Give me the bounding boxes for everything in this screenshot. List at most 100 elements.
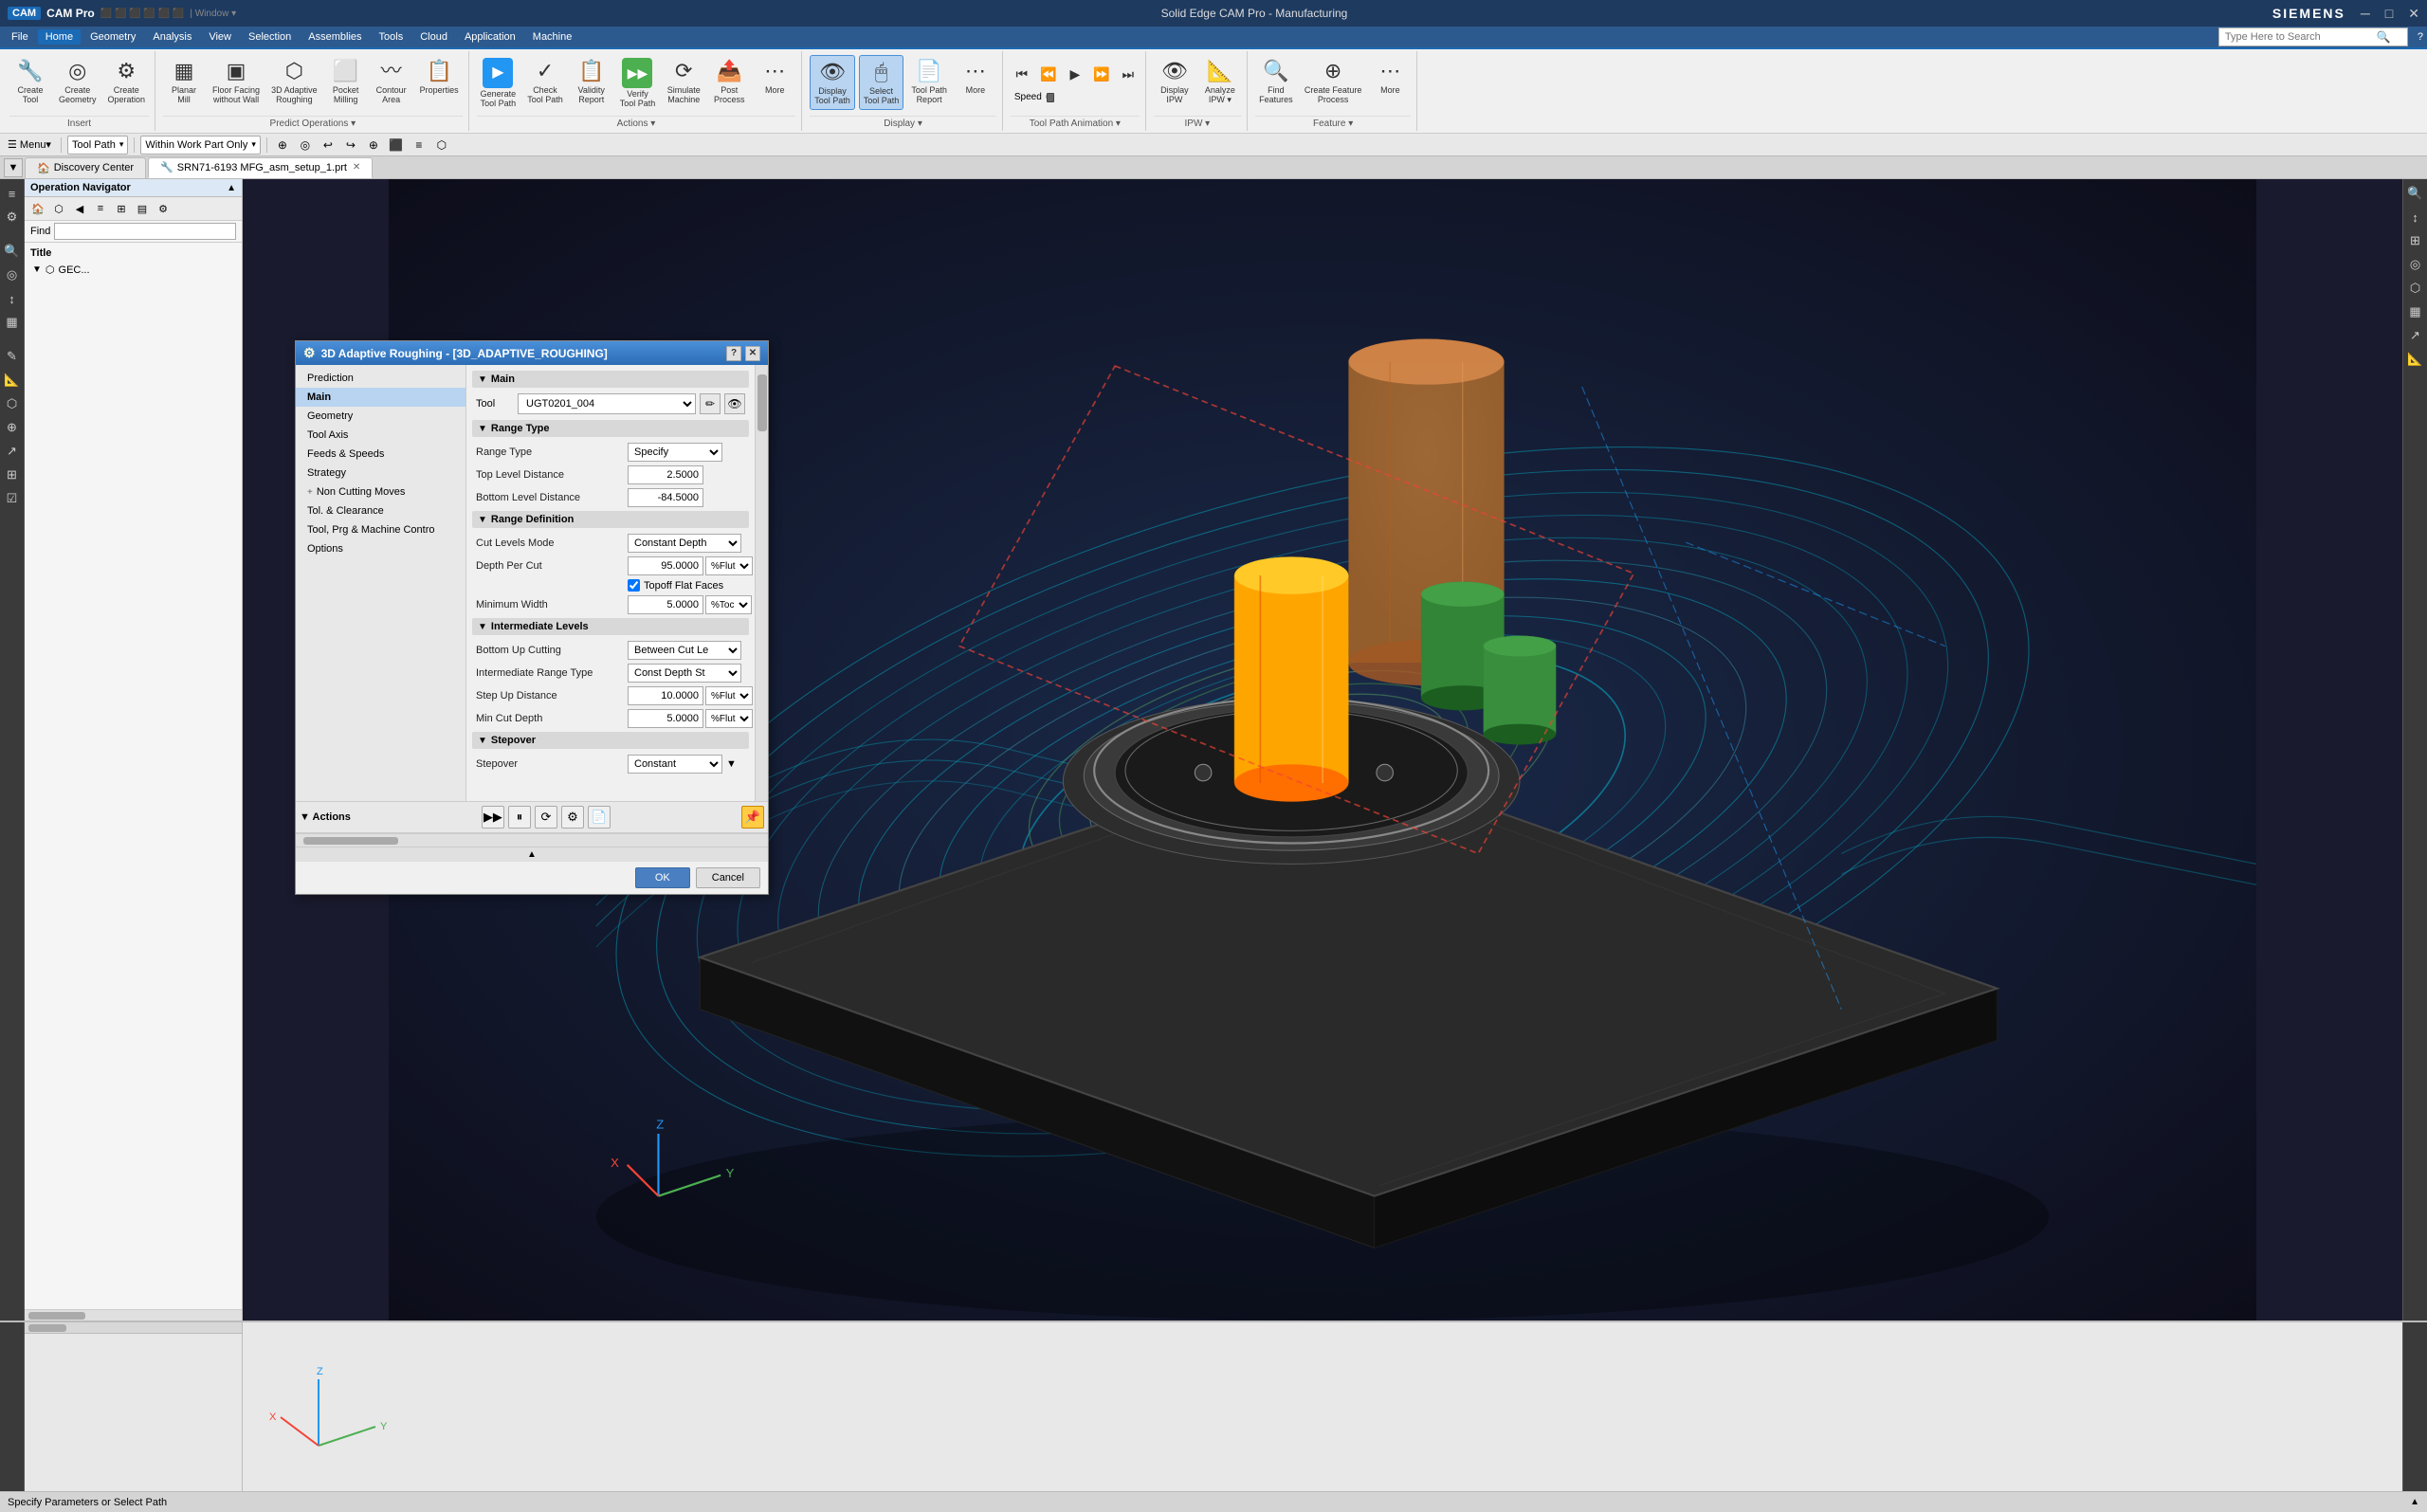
win-max-btn[interactable]: □ (2385, 6, 2393, 21)
menu-file[interactable]: File (4, 29, 36, 45)
generate-tool-path-btn[interactable]: ▶ GenerateTool Path (477, 55, 520, 112)
sidebar-tool-axis[interactable]: Tool Axis (296, 426, 465, 445)
menu-geometry[interactable]: Geometry (82, 29, 143, 45)
section-main-header[interactable]: ▼ Main (472, 371, 749, 388)
create-tool-btn[interactable]: 🔧 CreateTool (9, 55, 51, 108)
menu-analysis[interactable]: Analysis (145, 29, 199, 45)
properties-btn[interactable]: 📋 Properties (416, 55, 463, 99)
int-range-type-select[interactable]: Const Depth St (628, 664, 741, 683)
collapse-btn[interactable]: ▲ (296, 847, 768, 862)
action-pause-btn[interactable]: ⏸ (508, 806, 531, 829)
toolbar-btn-8[interactable]: ⬡ (432, 136, 451, 155)
analyze-ipw-btn[interactable]: 📐 AnalyzeIPW ▾ (1199, 55, 1241, 108)
right-btn-4[interactable]: ◎ (2405, 254, 2426, 275)
sidebar-strategy[interactable]: Strategy (296, 464, 465, 483)
min-width-input[interactable] (628, 595, 703, 614)
left-btn-4[interactable]: ◎ (2, 264, 23, 285)
nav-btn-up[interactable]: ⬡ (49, 199, 68, 218)
right-btn-3[interactable]: ⊞ (2405, 230, 2426, 251)
action-settings-btn[interactable]: ⚙ (561, 806, 584, 829)
sidebar-feeds-speeds[interactable]: Feeds & Speeds (296, 445, 465, 464)
menu-tools[interactable]: Tools (372, 29, 411, 45)
right-btn-6[interactable]: ▦ (2405, 301, 2426, 322)
min-cut-unit-select[interactable]: %Flut (705, 709, 753, 728)
toolbar-btn-3[interactable]: ↩ (319, 136, 338, 155)
anim-start-btn[interactable]: ⏮ (1011, 64, 1033, 88)
select-tool-path-btn[interactable]: 🖱 SelectTool Path (859, 55, 904, 110)
win-min-btn[interactable]: ─ (2361, 6, 2370, 21)
pocket-milling-btn[interactable]: ⬜ PocketMilling (325, 55, 367, 108)
toolbar-btn-2[interactable]: ◎ (296, 136, 315, 155)
sidebar-tol-clearance[interactable]: Tol. & Clearance (296, 501, 465, 520)
stepover-select[interactable]: Constant (628, 755, 722, 774)
menu-selection[interactable]: Selection (241, 29, 299, 45)
sidebar-main[interactable]: Main (296, 388, 465, 407)
left-btn-13[interactable]: ☑ (2, 488, 23, 509)
menu-machine[interactable]: Machine (525, 29, 580, 45)
tab-main-file[interactable]: 🔧 SRN71-6193 MFG_asm_setup_1.prt ✕ (148, 157, 373, 178)
left-btn-5[interactable]: ↕ (2, 288, 23, 309)
section-range-def-header[interactable]: ▼ Range Definition (472, 511, 749, 528)
simulate-machine-btn[interactable]: ⟳ SimulateMachine (663, 55, 704, 108)
find-input[interactable] (54, 223, 236, 240)
depth-unit-select[interactable]: %Flut (705, 556, 753, 575)
tab-close-btn[interactable]: ✕ (353, 162, 360, 173)
win-close-btn[interactable]: ✕ (2408, 6, 2419, 22)
left-btn-9[interactable]: ⬡ (2, 393, 23, 414)
dialog-h-scrollbar[interactable] (296, 833, 768, 847)
tool-dropdown[interactable]: UGT0201_004 (518, 393, 696, 414)
display-ipw-btn[interactable]: 👁 DisplayIPW (1154, 55, 1195, 108)
action-extra-btn[interactable]: 📌 (741, 806, 764, 829)
bottom-level-input[interactable] (628, 488, 703, 507)
step-up-unit-select[interactable]: %Flut (705, 686, 753, 705)
menu-application[interactable]: Application (457, 29, 523, 45)
validity-report-btn[interactable]: 📋 ValidityReport (571, 55, 612, 108)
tool-edit-btn[interactable]: ✏ (700, 393, 721, 414)
planar-mill-btn[interactable]: ▦ PlanarMill (163, 55, 205, 108)
right-btn-8[interactable]: 📐 (2405, 349, 2426, 370)
menu-toggle[interactable]: ☰ Menu▾ (4, 138, 55, 151)
sidebar-options[interactable]: Options (296, 539, 465, 558)
toolbar-btn-6[interactable]: ⬛ (387, 136, 406, 155)
toolbar-btn-7[interactable]: ≡ (410, 136, 429, 155)
top-level-input[interactable] (628, 465, 703, 484)
left-btn-6[interactable]: ▦ (2, 312, 23, 333)
find-features-btn[interactable]: 🔍 FindFeatures (1255, 55, 1297, 108)
range-type-select[interactable]: Specify (628, 443, 722, 462)
bottom-up-select[interactable]: Between Cut Le (628, 641, 741, 660)
anim-play-btn[interactable]: ▶ (1064, 64, 1086, 88)
speed-slider[interactable] (1046, 95, 1048, 99)
left-btn-7[interactable]: ✎ (2, 346, 23, 367)
section-range-type-header[interactable]: ▼ Range Type (472, 420, 749, 437)
section-stepover-header[interactable]: ▼ Stepover (472, 732, 749, 749)
help-btn[interactable]: ? (2418, 31, 2423, 43)
dialog-help-btn[interactable]: ? (726, 346, 741, 361)
check-tool-path-btn[interactable]: ✓ CheckTool Path (523, 55, 567, 108)
left-btn-10[interactable]: ⊕ (2, 417, 23, 438)
action-doc-btn[interactable]: 📄 (588, 806, 611, 829)
verify-tool-path-btn[interactable]: ▶▶ VerifyTool Path (616, 55, 660, 112)
tab-discovery-center[interactable]: 🏠 Discovery Center (25, 157, 146, 178)
toolbar-btn-4[interactable]: ↪ (341, 136, 360, 155)
anim-prev-btn[interactable]: ⏪ (1037, 64, 1060, 88)
toolbar-btn-5[interactable]: ⊕ (364, 136, 383, 155)
nav-btn-filter[interactable]: ▤ (133, 199, 152, 218)
work-part-dropdown[interactable]: Within Work Part Only ▾ (140, 136, 261, 155)
sidebar-non-cutting[interactable]: Non Cutting Moves (296, 483, 465, 501)
toolbar-mode-dropdown[interactable]: Tool Path ▾ (67, 136, 128, 155)
nav-btn-prev[interactable]: ◀ (70, 199, 89, 218)
sidebar-geometry[interactable]: Geometry (296, 407, 465, 426)
tool-path-report-btn[interactable]: 📄 Tool PathReport (907, 55, 951, 108)
anim-next-btn[interactable]: ⏩ (1090, 64, 1113, 88)
dialog-close-btn[interactable]: ✕ (745, 346, 760, 361)
left-btn-1[interactable]: ≡ (2, 183, 23, 204)
nav-item-gec[interactable]: ▼ ⬡ GEC... (25, 262, 242, 278)
feature-more-btn[interactable]: ⋯ More (1369, 55, 1411, 99)
sidebar-tool-prg[interactable]: Tool, Prg & Machine Contro (296, 520, 465, 539)
bottom-nav-hscroll[interactable] (25, 1322, 242, 1334)
3d-adaptive-btn[interactable]: ⬡ 3D AdaptiveRoughing (267, 55, 321, 108)
action-reset-btn[interactable]: ⟳ (535, 806, 557, 829)
actions-more-btn[interactable]: ⋯ More (754, 55, 795, 99)
left-btn-3[interactable]: 🔍 (2, 241, 23, 262)
toolbar-btn-1[interactable]: ⊕ (273, 136, 292, 155)
